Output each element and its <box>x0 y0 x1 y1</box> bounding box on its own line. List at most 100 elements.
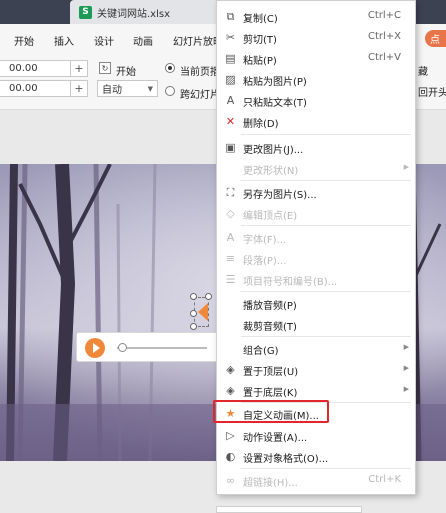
cross-slide-label: 跨幻灯片 <box>180 90 220 101</box>
menu-item-delete[interactable]: ✕ 删除(D) <box>217 111 415 132</box>
menu-item-label: 播放音频(P) <box>243 301 297 312</box>
menu-home[interactable]: 开始 <box>14 33 34 48</box>
menu-item-action-settings[interactable]: ▷ 动作设置(A)... <box>217 425 415 446</box>
fade-out-spinner[interactable]: 00.00 + <box>0 80 88 97</box>
resize-handle[interactable] <box>190 310 197 317</box>
menu-item-label: 剪切(T) <box>243 35 277 46</box>
action-settings-icon: ▷ <box>226 429 235 442</box>
menu-item-hyperlink: ∞ 超链接(H)... Ctrl+K <box>217 470 415 491</box>
menu-item-label: 粘贴为图片(P) <box>243 77 307 88</box>
menu-item-label: 动作设置(A)... <box>243 433 308 444</box>
menu-insert[interactable]: 插入 <box>54 33 74 48</box>
menu-item-label: 另存为图片(S)... <box>243 190 317 201</box>
current-slide-radio[interactable] <box>165 63 175 73</box>
save-picture-icon: ⛶ <box>226 186 235 199</box>
resize-handle[interactable] <box>190 293 197 300</box>
play-icon[interactable] <box>85 338 105 358</box>
hyperlink-icon: ∞ <box>225 474 236 487</box>
menu-item-trim-audio[interactable]: 裁剪音频(T) <box>217 314 415 335</box>
menu-item-shortcut: Ctrl+V <box>367 52 401 63</box>
menu-item-label: 置于顶层(U) <box>243 367 299 378</box>
audio-player <box>76 332 226 362</box>
start-label: 开始 <box>116 67 136 78</box>
resize-handle[interactable] <box>190 323 197 330</box>
start-mode-value: 自动 <box>102 85 122 96</box>
hide-label: 藏 <box>418 67 428 78</box>
audio-progress-track[interactable] <box>117 347 207 349</box>
resize-handle[interactable] <box>205 293 212 300</box>
menu-item-send-to-back[interactable]: ◈ 置于底层(K) ▶ <box>217 380 415 401</box>
copy-icon: ⧉ <box>226 10 235 23</box>
menu-separator <box>241 134 411 135</box>
cut-icon: ✂ <box>225 31 236 44</box>
rewind-label: 回开头 <box>418 88 446 99</box>
menu-item-play-audio[interactable]: 播放音频(P) <box>217 293 415 314</box>
fade-in-spinner[interactable]: 00.00 + <box>0 60 88 77</box>
menu-item-label: 复制(C) <box>243 14 278 25</box>
menu-item-label: 更改图片(J)... <box>243 145 304 156</box>
menu-item-group[interactable]: 组合(G) ▶ <box>217 338 415 359</box>
secondary-menu-edge <box>216 506 362 513</box>
menu-item-paste-as-picture[interactable]: ▨ 粘贴为图片(P) <box>217 69 415 90</box>
current-slide-label: 当前页播 <box>180 67 220 78</box>
format-object-icon: ◐ <box>225 450 236 463</box>
change-picture-icon: ▣ <box>225 141 236 154</box>
font-icon: A <box>226 231 235 244</box>
fade-in-value: 00.00 <box>9 63 38 74</box>
plus-icon[interactable]: + <box>70 81 87 96</box>
menu-item-label: 编辑顶点(E) <box>243 211 298 222</box>
menu-item-bullets: ☰ 项目符号和编号(B)... <box>217 269 415 290</box>
document-tab-label: 关键词网站.xlsx <box>97 8 171 20</box>
menu-item-change-shape: 更改形状(N) ▶ <box>217 158 415 179</box>
cross-slide-radio[interactable] <box>165 86 175 96</box>
menu-item-label: 只粘贴文本(T) <box>243 98 307 109</box>
menu-separator <box>241 180 411 181</box>
paste-icon: ▤ <box>225 52 236 65</box>
menu-item-label: 组合(G) <box>243 346 279 357</box>
paragraph-icon: ≡ <box>225 252 236 265</box>
speaker-icon <box>198 303 208 321</box>
chevron-right-icon: ▶ <box>403 364 409 372</box>
menu-item-label: 超链接(H)... <box>243 478 298 489</box>
start-mode-select[interactable]: 自动 ▼ <box>97 80 158 97</box>
plus-icon[interactable]: + <box>70 61 87 76</box>
start-icon[interactable]: ↻ <box>99 62 111 74</box>
menu-separator <box>241 225 411 226</box>
menu-item-label: 粘贴(P) <box>243 56 277 67</box>
fade-out-value: 00.00 <box>9 83 38 94</box>
menu-item-paste-text-only[interactable]: A 只粘贴文本(T) <box>217 90 415 111</box>
menu-item-label: 更改形状(N) <box>243 166 299 177</box>
menu-item-label: 项目符号和编号(B)... <box>243 277 338 288</box>
paste-text-icon: A <box>226 94 235 107</box>
spreadsheet-icon: S <box>79 5 92 19</box>
audio-progress-knob[interactable] <box>118 343 127 352</box>
edit-points-icon: ◇ <box>226 207 235 220</box>
menu-item-label: 设置对象格式(O)... <box>243 454 329 465</box>
menu-item-paste[interactable]: ▤ 粘贴(P) Ctrl+V <box>217 48 415 69</box>
menu-item-shortcut: Ctrl+K <box>368 474 401 485</box>
menu-animation[interactable]: 动画 <box>133 33 153 48</box>
menu-item-label: 删除(D) <box>243 119 279 130</box>
document-tab[interactable]: S 关键词网站.xlsx <box>70 0 220 24</box>
menu-item-paragraph: ≡ 段落(P)... <box>217 248 415 269</box>
ribbon-right-badge[interactable]: 点 <box>425 30 446 47</box>
menu-item-save-as-picture[interactable]: ⛶ 另存为图片(S)... <box>217 182 415 203</box>
menu-item-label: 置于底层(K) <box>243 388 298 399</box>
menu-item-format-object[interactable]: ◐ 设置对象格式(O)... <box>217 446 415 467</box>
menu-design[interactable]: 设计 <box>94 33 114 48</box>
menu-item-label: 裁剪音频(T) <box>243 322 297 333</box>
menu-separator <box>241 468 411 469</box>
chevron-right-icon: ▶ <box>403 163 409 171</box>
menu-item-edit-points: ◇ 编辑顶点(E) <box>217 203 415 224</box>
menu-item-bring-to-front[interactable]: ◈ 置于顶层(U) ▶ <box>217 359 415 380</box>
delete-icon: ✕ <box>225 115 236 128</box>
menu-item-copy[interactable]: ⧉ 复制(C) Ctrl+C <box>217 6 415 27</box>
menu-item-cut[interactable]: ✂ 剪切(T) Ctrl+X <box>217 27 415 48</box>
menu-item-font: A 字体(F)... <box>217 227 415 248</box>
menu-item-change-picture[interactable]: ▣ 更改图片(J)... <box>217 137 415 158</box>
highlight-annotation <box>213 400 329 423</box>
bring-front-icon: ◈ <box>226 363 235 376</box>
menu-item-shortcut: Ctrl+C <box>367 10 401 21</box>
chevron-down-icon: ▼ <box>147 85 153 93</box>
chevron-right-icon: ▶ <box>403 343 409 351</box>
